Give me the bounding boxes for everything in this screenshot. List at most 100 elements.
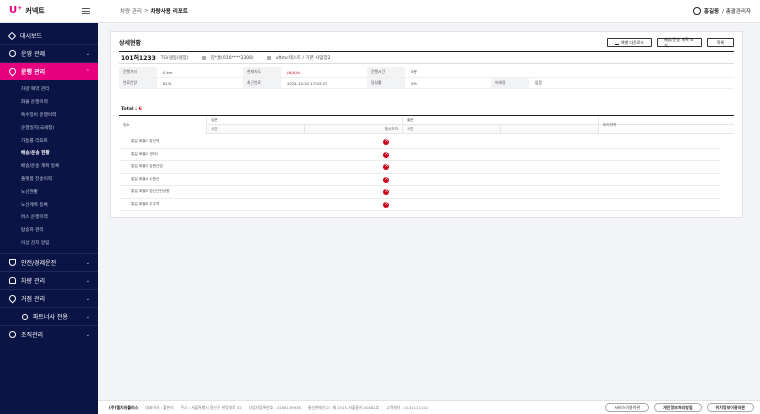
submenu-item[interactable]: 탑승자 관리: [0, 224, 98, 237]
logo-text: 커넥트: [25, 7, 45, 15]
excel-download-button[interactable]: 엑셀 다운로드: [607, 38, 652, 47]
info-value: 0분: [411, 69, 417, 74]
submenu-item[interactable]: 가동률 리포트: [0, 134, 98, 147]
stop-name: 통일 화물2 센터2: [131, 151, 159, 156]
user-icon: [21, 313, 28, 320]
nav-label: 거점 관리: [21, 296, 45, 304]
footer-info: 대표이사 : 황현식: [145, 404, 174, 410]
button-label: 엑셀 다운로드: [620, 39, 645, 45]
total-label: Total :: [121, 107, 137, 112]
page-title: 상세현황: [119, 40, 142, 47]
submenu-item[interactable]: 버스 운행이력: [0, 211, 98, 224]
not-arrived-icon: [383, 138, 389, 145]
footer-info: 통신판매신고 : 제 2015-서울용산-00481호: [307, 404, 380, 410]
stop-name: 통일 화물3 강원산업: [131, 164, 163, 169]
footer-info: 고객센터 : 1141111122: [386, 404, 429, 410]
nav-driving-management[interactable]: 운행 관리 ⌃: [0, 63, 98, 80]
chevron-down-icon: ⌄: [85, 313, 90, 320]
user-menu[interactable]: 홍길동 / 총괄관리자: [692, 7, 751, 15]
submenu-item[interactable]: 운행일지(국세청): [0, 121, 98, 134]
chevron-down-icon: ⌄: [85, 277, 90, 284]
privacy-link[interactable]: 개인정보처리방침: [654, 403, 702, 412]
info-label: 운행거리: [119, 67, 157, 77]
user-profile-icon: [692, 7, 701, 15]
footer-company: (주)엘지유플러스: [109, 404, 139, 410]
action-buttons: 엑셀 다운로드 배송/운송 계획 보기 목록: [607, 37, 734, 48]
chevron-down-icon: ⌄: [85, 295, 90, 302]
user-role: / 총괄관리자: [722, 9, 751, 15]
table-row: 통일 화물2 센터2: [119, 149, 720, 161]
total-number: 6: [138, 107, 142, 112]
submenu-item-active[interactable]: 배송/운송 현황: [0, 147, 98, 160]
nav-base-management[interactable]: 거점 관리 ⌄: [0, 290, 98, 307]
col-out-time: 시간: [403, 125, 501, 133]
nav-vehicle-management[interactable]: 차량 관리 ⌄: [0, 272, 98, 289]
table-row: 통일 화물4 수원산: [119, 174, 720, 186]
info-value: (N/A)%: [287, 69, 301, 75]
location-terms-link[interactable]: 위치정보이용약관: [706, 403, 754, 412]
not-arrived-icon: [383, 163, 389, 170]
list-button[interactable]: 목록: [707, 38, 734, 47]
nav-partner-only[interactable]: 파트너사 전용 ⌄: [0, 308, 98, 325]
terms-link[interactable]: 서비스이용약관: [605, 403, 650, 412]
car-icon: [9, 277, 16, 285]
table-row: 통일 화물5 범산근린공원: [119, 186, 720, 199]
logo[interactable]: U⁺ 커넥트: [9, 6, 45, 16]
submenu: 차량 예약 관리 화물 운행이력 특수장비 운행이력 운행일지(국세청) 가동률…: [0, 80, 98, 253]
footer-info: 주소 : 서울특별시 용산구 한강대로 32: [180, 404, 242, 410]
chevron-up-icon: ⌃: [85, 68, 90, 75]
breadcrumb: 차량 관리 > 차량사용 리포트: [120, 7, 188, 15]
total-count: Total : 6: [121, 107, 734, 112]
col-out: 출문: [403, 116, 599, 124]
submenu-item[interactable]: 노선계획 등록: [0, 198, 98, 211]
submenu-item[interactable]: 배송/운송 계획 등록: [0, 160, 98, 173]
driving-icon: [7, 66, 18, 77]
breadcrumb-current: 차량사용 리포트: [150, 9, 188, 15]
col-in-ontime: 정시도착: [305, 125, 403, 133]
info-value: 없음: [535, 80, 542, 85]
nav-label: 안전/경제운전: [21, 260, 57, 268]
submenu-item[interactable]: 차량 예약 관리: [0, 83, 98, 96]
submenu-item[interactable]: 화물 운행이력: [0, 96, 98, 109]
stops-table: 장소 입문 출문 비지하역 시간 정시도착 시간 통일 화물1 방산역 통일 화…: [119, 115, 734, 211]
nav-dashboard[interactable]: 대시보드: [0, 27, 98, 44]
submenu-item[interactable]: 특수장비 운행이력: [0, 109, 98, 122]
nav-operation-control[interactable]: 운영 관제 ⌄: [0, 45, 98, 62]
menu-toggle-icon[interactable]: [82, 8, 90, 14]
info-value: 0%: [411, 80, 418, 86]
nav-safe-driving[interactable]: 안전/경제운전 ⌄: [0, 254, 98, 271]
submenu-item[interactable]: 플랫폼 전송이력: [0, 173, 98, 186]
gear-icon: [9, 50, 16, 57]
info-label-empty: [491, 67, 529, 77]
info-row: 연료잔량 81% 최근연료 2024-10-20 17:53:37 달성률 0%…: [119, 78, 734, 89]
nav-label: 대시보드: [20, 33, 43, 40]
stop-name: 통일 화물6 우주역: [131, 201, 160, 206]
location-pin-icon: [7, 293, 18, 304]
submenu-item[interactable]: 이상 감지 알림: [0, 237, 98, 250]
col-in-time: 시간: [207, 125, 305, 133]
info-label: 운행시간: [367, 67, 405, 77]
submenu-item[interactable]: 노선현황: [0, 185, 98, 198]
not-arrived-icon: [383, 151, 389, 158]
route-icon: [266, 55, 271, 60]
info-label: 현재속도: [243, 67, 281, 77]
col-in: 입문: [207, 116, 403, 124]
breadcrumb-item[interactable]: 차량 관리: [120, 7, 142, 15]
col-rest-spacer: [599, 125, 734, 133]
vehicle-type: TG(냉동/냉장): [160, 55, 189, 61]
stop-name: 통일 화물5 범산근린공원: [131, 189, 170, 194]
detail-panel: 상세현황 엑셀 다운로드 배송/운송 계획 보기 목록 101허1233 TG(…: [110, 31, 743, 218]
nav-organization[interactable]: 조직관리 ⌄: [0, 326, 98, 343]
subheader-spacer: [119, 125, 207, 133]
view-plan-button[interactable]: 배송/운송 계획 보기: [657, 37, 702, 48]
info-value: 2024-10-20 17:53:37: [287, 80, 328, 86]
info-label: 최근연료: [243, 78, 281, 88]
info-label: 달성률: [367, 78, 405, 88]
footer: (주)엘지유플러스 대표이사 : 황현식 주소 : 서울특별시 용산구 한강대로…: [98, 400, 760, 414]
info-label: 연료잔량: [119, 78, 157, 88]
info-value: 0 km: [163, 69, 173, 75]
nav-label: 차량 관리: [21, 278, 45, 286]
not-arrived-icon: [383, 176, 389, 183]
nav-label: 파트너사 전용: [32, 314, 68, 322]
table-row: 통일 화물3 강원산업: [119, 161, 720, 174]
